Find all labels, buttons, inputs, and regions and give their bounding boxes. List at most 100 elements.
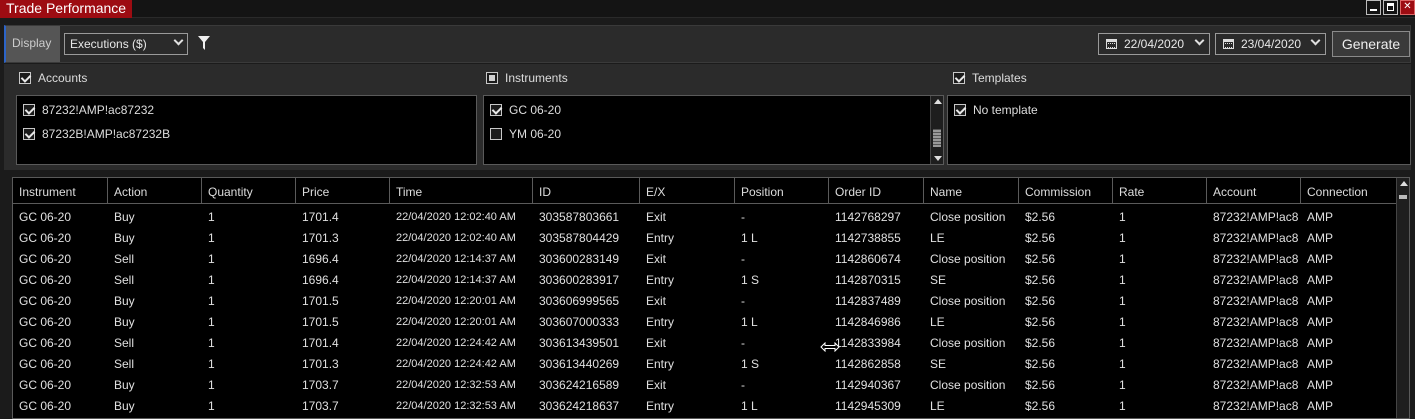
table-row[interactable]: GC 06-20 Sell 1 1696.4 22/04/2020 12:14:37 A… — [13, 248, 1397, 269]
table-cell: LE — [930, 399, 945, 413]
account-checkbox[interactable] — [23, 128, 35, 140]
window-controls: ✕ — [1364, 0, 1415, 16]
column-header[interactable]: Connection — [1301, 178, 1397, 204]
start-date-picker[interactable]: 22/04/2020 — [1098, 33, 1210, 55]
instruments-header[interactable]: Instruments — [486, 71, 568, 85]
templates-list: No template — [947, 95, 1411, 165]
close-button[interactable]: ✕ — [1400, 0, 1415, 15]
column-header[interactable]: E/X — [640, 178, 735, 204]
column-header[interactable]: Instrument — [13, 178, 108, 204]
table-cell: Buy — [114, 231, 135, 245]
table-row[interactable]: GC 06-20 Buy 1 1701.4 22/04/2020 12:02:40 AM… — [13, 206, 1397, 227]
account-checkbox[interactable] — [23, 104, 35, 116]
table-cell: $2.56 — [1025, 294, 1056, 308]
end-date-picker[interactable]: 23/04/2020 — [1215, 33, 1326, 55]
table-cell: 303613439501 — [539, 336, 620, 350]
executions-grid: Instrument Action Quantity Price Time ID E/X Po… — [12, 177, 1410, 419]
table-row[interactable]: GC 06-20 Buy 1 1701.3 22/04/2020 12:02:40 AM… — [13, 227, 1397, 248]
table-cell: 1 — [208, 273, 215, 287]
template-checkbox[interactable] — [954, 104, 966, 116]
column-header[interactable]: Rate — [1113, 178, 1207, 204]
column-header[interactable]: ID — [533, 178, 640, 204]
list-item[interactable]: 87232B!AMP!ac87232B — [23, 127, 170, 141]
table-cell: 303624216589 — [539, 378, 620, 392]
scroll-thumb[interactable] — [933, 129, 941, 147]
filter-icon[interactable] — [198, 36, 210, 50]
table-cell: - — [741, 210, 745, 224]
table-cell: Sell — [114, 357, 135, 371]
column-header[interactable]: Commission — [1019, 178, 1113, 204]
display-dropdown[interactable]: Executions ($) — [64, 33, 188, 55]
scroll-up-icon[interactable] — [1400, 181, 1408, 186]
table-cell: 1 — [208, 210, 215, 224]
table-cell: 1142862858 — [835, 357, 901, 371]
table-cell: $2.56 — [1025, 231, 1056, 245]
table-cell: AMP — [1307, 294, 1334, 308]
table-cell: GC 06-20 — [19, 399, 72, 413]
instrument-checkbox[interactable] — [490, 104, 502, 116]
table-cell: 87232!AMP!ac8 — [1213, 315, 1299, 329]
grid-scrollbar[interactable] — [1396, 178, 1409, 418]
column-header[interactable]: Account — [1207, 178, 1301, 204]
column-header[interactable]: Quantity — [202, 178, 296, 204]
table-cell: $2.56 — [1025, 210, 1056, 224]
list-item[interactable]: GC 06-20 — [490, 103, 561, 117]
table-row[interactable]: GC 06-20 Sell 1 1701.3 22/04/2020 12:24:42 A… — [13, 353, 1397, 374]
table-cell: Buy — [114, 210, 135, 224]
column-header[interactable]: Action — [108, 178, 202, 204]
column-header[interactable]: Time — [390, 178, 533, 204]
column-header[interactable]: Position — [735, 178, 829, 204]
table-row[interactable]: GC 06-20 Sell 1 1696.4 22/04/2020 12:14:37 A… — [13, 269, 1397, 290]
table-cell: 303587804429 — [539, 231, 620, 245]
scroll-up-icon-secondary[interactable] — [1399, 195, 1407, 199]
table-cell: AMP — [1307, 315, 1334, 329]
table-cell: Sell — [114, 273, 135, 287]
table-cell: 22/04/2020 12:14:37 AM — [396, 274, 516, 286]
table-cell: AMP — [1307, 399, 1334, 413]
list-item[interactable]: No template — [954, 103, 1038, 117]
templates-checkbox[interactable] — [953, 72, 965, 84]
table-cell: 1 — [1119, 399, 1126, 413]
accounts-header[interactable]: Accounts — [19, 71, 87, 85]
instruments-list: GC 06-20 YM 06-20 — [483, 95, 944, 165]
instruments-scrollbar[interactable] — [930, 96, 943, 164]
table-cell: 1 — [208, 399, 215, 413]
table-row[interactable]: GC 06-20 Buy 1 1701.5 22/04/2020 12:20:01 AM… — [13, 290, 1397, 311]
table-cell: Buy — [114, 294, 135, 308]
templates-header[interactable]: Templates — [953, 71, 1027, 85]
list-item[interactable]: YM 06-20 — [490, 127, 561, 141]
templates-label: Templates — [972, 71, 1027, 85]
table-cell: GC 06-20 — [19, 231, 72, 245]
table-cell: AMP — [1307, 336, 1334, 350]
minimize-button[interactable] — [1366, 0, 1381, 15]
table-cell: Sell — [114, 252, 135, 266]
table-row[interactable]: GC 06-20 Buy 1 1701.5 22/04/2020 12:20:01 AM… — [13, 311, 1397, 332]
scroll-up-icon[interactable] — [934, 99, 942, 104]
table-row[interactable]: GC 06-20 Sell 1 1701.4 22/04/2020 12:24:42 A… — [13, 332, 1397, 353]
table-cell: GC 06-20 — [19, 315, 72, 329]
column-header[interactable]: Order ID — [829, 178, 924, 204]
column-header[interactable]: Price — [296, 178, 390, 204]
table-cell: 87232!AMP!ac8 — [1213, 399, 1299, 413]
table-row[interactable]: GC 06-20 Buy 1 1703.7 22/04/2020 12:32:53 AM… — [13, 374, 1397, 395]
table-cell: Exit — [646, 210, 667, 224]
table-cell: Entry — [646, 315, 675, 329]
table-cell: 303607000333 — [539, 315, 620, 329]
list-item[interactable]: 87232!AMP!ac87232 — [23, 103, 154, 117]
column-header[interactable]: Name — [924, 178, 1019, 204]
table-cell: AMP — [1307, 357, 1334, 371]
scroll-down-icon[interactable] — [934, 156, 942, 161]
table-cell: Buy — [114, 378, 135, 392]
instruments-label: Instruments — [505, 71, 568, 85]
table-cell: 87232!AMP!ac8 — [1213, 336, 1299, 350]
table-cell: 1142940367 — [835, 378, 901, 392]
instrument-checkbox[interactable] — [490, 128, 502, 140]
maximize-button[interactable] — [1383, 0, 1398, 15]
instruments-checkbox[interactable] — [486, 72, 498, 84]
table-cell: 1 — [208, 252, 215, 266]
accounts-checkbox[interactable] — [19, 72, 31, 84]
table-cell: 1142860674 — [835, 252, 901, 266]
generate-button[interactable]: Generate — [1332, 31, 1410, 57]
table-row[interactable]: GC 06-20 Buy 1 1703.7 22/04/2020 12:32:53 AM… — [13, 395, 1397, 416]
table-cell: SE — [930, 357, 947, 371]
